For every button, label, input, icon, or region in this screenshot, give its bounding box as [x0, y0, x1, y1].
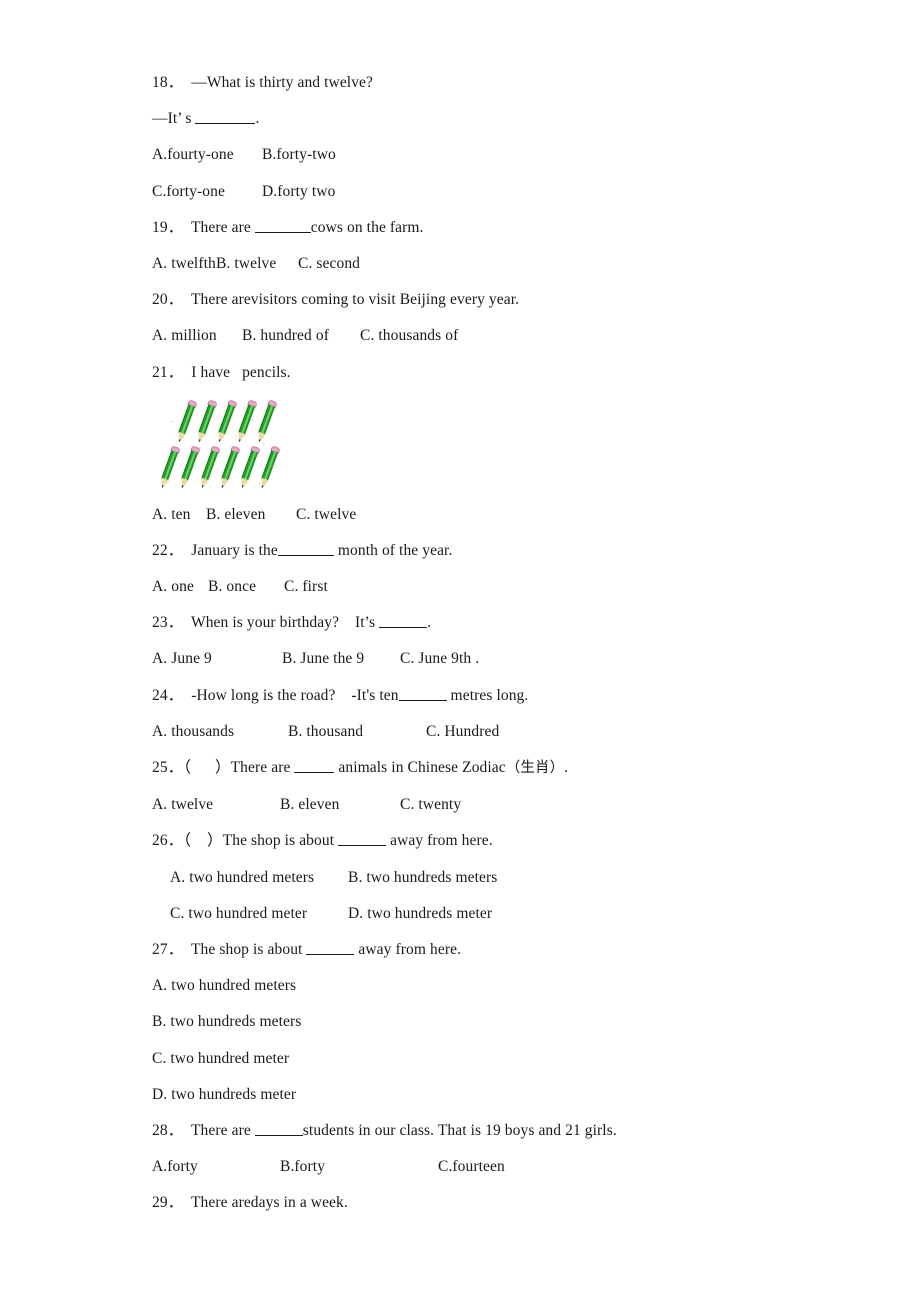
question-26-options-row-1: A. two hundred meters B. two hundreds met… [152, 869, 852, 886]
question-21-stem: 21． I have pencils. [152, 363, 291, 381]
question-24-options-row: A. thousands B. thousand C. Hundred [152, 723, 852, 740]
question-20-option-a[interactable]: A. million [152, 327, 242, 344]
question-24-stem-mid: n [390, 686, 399, 704]
question-18-blank [195, 110, 256, 125]
question-21-option-c[interactable]: C. twelve [296, 506, 356, 523]
question-20-option-c[interactable]: C. thousands of [360, 327, 458, 344]
question-18-option-b[interactable]: B.forty-two [262, 146, 336, 163]
question-24-stem-suffix: metres long. [446, 686, 529, 704]
question-25-stem: 25．（ ）There are animals in Chinese Zodia… [152, 759, 852, 777]
question-18-stem-suffix: . [255, 110, 260, 128]
question-22-option-a[interactable]: A. one [152, 578, 208, 595]
question-28-option-c[interactable]: C.fourteen [438, 1158, 505, 1175]
question-19-option-a[interactable]: A. twelfth [152, 255, 216, 272]
question-28-stem-prefix: 28． There are [152, 1121, 255, 1139]
question-24-option-c[interactable]: C. Hundred [426, 723, 499, 740]
question-28-stem-suffix: students in our class. That is 19 boys a… [302, 1121, 617, 1139]
question-26-blank [338, 833, 387, 847]
question-23-option-b[interactable]: B. June the 9 [282, 650, 400, 667]
question-18-option-a[interactable]: A.fourty-one [152, 146, 262, 163]
question-25-options-row: A. twelve B. eleven C. twenty [152, 796, 852, 813]
worksheet-page: 18． —What is thirty and twelve? —It’ s .… [0, 0, 920, 1302]
question-22-stem-prefix: 22． January is the [152, 541, 278, 559]
question-21-option-b[interactable]: B. eleven [206, 506, 296, 523]
question-22-option-b[interactable]: B. once [208, 578, 284, 595]
question-26-option-a[interactable]: A. two hundred meters [170, 869, 348, 886]
question-21-options-row: A. ten B. eleven C. twelve [152, 506, 852, 523]
question-26-stem-suffix: away from here. [386, 832, 493, 850]
question-25-stem-end: . [564, 759, 569, 776]
worksheet-content: 18． —What is thirty and twelve? —It’ s .… [152, 74, 852, 1230]
question-26-options-row-2: C. two hundred meter D. two hundreds mete… [152, 905, 852, 922]
question-23-stem: 23． When is your birthday? It’s . [152, 614, 852, 631]
question-20-options-row: A. million B. hundred of C. thousands of [152, 327, 852, 344]
question-26-option-b[interactable]: B. two hundreds meters [348, 869, 497, 886]
question-24-stem-prefix: 24． -How long is the road? -It's te [152, 686, 391, 704]
question-23-blank [379, 615, 428, 629]
question-25-stem-prefix: 25．（ ）There are [152, 759, 295, 776]
question-18-stem-line-2: —It’ s . [152, 110, 852, 127]
question-18-stem-prefix: —It’ s [152, 110, 196, 128]
question-23-options-row: A. June 9 B. June the 9 C. June 9th . [152, 650, 852, 667]
question-24-blank [398, 687, 447, 701]
question-19-option-c[interactable]: C. second [298, 255, 360, 272]
question-18-option-c[interactable]: C.forty-one [152, 183, 262, 200]
pencil-row-top [174, 399, 278, 446]
question-29-stem: 29． There aredays in a week. [152, 1194, 348, 1212]
question-28-blank [254, 1122, 303, 1136]
question-19-stem-suffix: cows on the farm. [310, 218, 424, 236]
question-26-stem-prefix: 26．（ ）The shop is about [152, 832, 339, 850]
question-22-stem: 22． January is the month of the year. [152, 542, 852, 559]
question-19-option-b[interactable]: B. twelve [216, 255, 298, 272]
question-18-option-d[interactable]: D.forty two [262, 183, 335, 200]
pencil-body [261, 450, 279, 481]
question-26-option-c[interactable]: C. two hundred meter [170, 905, 348, 922]
question-27-stem-suffix: away from here. [354, 940, 462, 958]
question-28-stem: 28． There are students in our class. Tha… [152, 1122, 852, 1139]
question-25-option-b[interactable]: B. eleven [280, 796, 400, 813]
question-23-option-a[interactable]: A. June 9 [152, 650, 282, 667]
question-23-stem-suffix: . [427, 614, 432, 632]
question-22-option-c[interactable]: C. first [284, 578, 328, 595]
question-23-stem-prefix: 23． When is your birthday? It’s [152, 614, 380, 632]
question-22-options-row: A. one B. once C. first [152, 578, 852, 595]
question-21-option-a[interactable]: A. ten [152, 506, 206, 523]
pencil-body [258, 404, 276, 435]
question-18-options-row-2: C.forty-one D.forty two [152, 183, 852, 200]
question-28-option-a[interactable]: A.forty [152, 1158, 280, 1175]
question-27-option-d-row[interactable]: D. two hundreds meter [152, 1086, 852, 1103]
question-25-option-a[interactable]: A. twelve [152, 796, 280, 813]
pencil-row-bottom [157, 445, 281, 492]
question-24-option-b[interactable]: B. thousand [288, 723, 426, 740]
question-26-option-d[interactable]: D. two hundreds meter [348, 905, 492, 922]
pencils-illustration [157, 399, 281, 492]
question-25-option-c[interactable]: C. twenty [400, 796, 461, 813]
question-27-stem: 27． The shop is about away from here. [152, 941, 852, 958]
question-28-options-row: A.forty B.forty C.fourteen [152, 1158, 852, 1175]
question-27-option-a-row[interactable]: A. two hundred meters [152, 977, 852, 994]
question-25-stem-cjk: （生肖） [505, 760, 565, 776]
question-19-stem-prefix: 19． There are [152, 218, 255, 236]
question-25-stem-mid: animals in Chinese Zodiac [334, 759, 506, 776]
question-27-option-c-row[interactable]: C. two hundred meter [152, 1050, 852, 1067]
question-18-options-row-1: A.fourty-one B.forty-two [152, 146, 852, 163]
question-27-option-b-row[interactable]: B. two hundreds meters [152, 1013, 852, 1030]
question-19-stem: 19． There are cows on the farm. [152, 219, 852, 236]
question-20-option-b[interactable]: B. hundred of [242, 327, 360, 344]
question-28-option-b[interactable]: B.forty [280, 1158, 438, 1175]
question-26-stem: 26．（ ）The shop is about away from here. [152, 832, 852, 849]
question-18-stem-line-1: 18． —What is thirty and twelve? [152, 74, 374, 91]
question-27-stem-prefix: 27． The shop is about [152, 940, 307, 958]
question-24-stem: 24． -How long is the road? -It's ten met… [152, 687, 852, 704]
question-22-stem-suffix: month of the year. [333, 541, 453, 559]
question-20-stem: 20． There arevisitors coming to visit Be… [152, 291, 520, 309]
question-23-option-c[interactable]: C. June 9th . [400, 650, 479, 667]
question-19-options-row: A. twelfthB. twelve C. second [152, 255, 852, 272]
question-19-blank [254, 219, 311, 233]
question-27-blank [306, 941, 355, 955]
question-22-blank [277, 542, 334, 556]
question-25-blank [294, 759, 335, 773]
question-24-option-a[interactable]: A. thousands [152, 723, 288, 740]
